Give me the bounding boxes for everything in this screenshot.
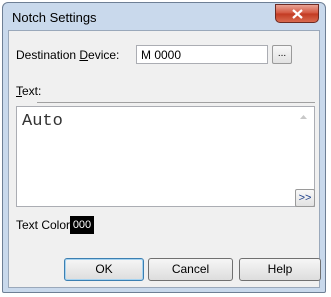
scroll-up-icon[interactable] <box>299 113 308 121</box>
title-bar: Notch Settings <box>3 3 325 31</box>
help-button[interactable]: Help <box>239 258 321 281</box>
close-button[interactable] <box>275 4 319 23</box>
ok-button[interactable]: OK <box>64 258 144 281</box>
cancel-button[interactable]: Cancel <box>148 258 233 281</box>
text-value: Auto <box>22 112 63 131</box>
destination-label: Destination Device: <box>16 48 120 62</box>
text-label: Text: <box>16 84 42 98</box>
close-icon <box>292 9 303 19</box>
browse-button[interactable]: ... <box>272 45 292 64</box>
text-divider <box>37 102 315 103</box>
expand-button[interactable]: >> <box>295 189 315 207</box>
text-color-label: Text Color: <box>16 218 74 232</box>
text-area[interactable]: Auto <box>16 106 315 207</box>
dialog-body: Destination Device: M 0000 ... Text: Aut… <box>8 30 321 288</box>
window-title: Notch Settings <box>12 10 97 25</box>
text-color-swatch[interactable]: 000 <box>70 216 94 234</box>
notch-settings-dialog: Notch Settings Destination Device: M 000… <box>2 2 326 293</box>
destination-device-input[interactable]: M 0000 <box>136 45 268 64</box>
